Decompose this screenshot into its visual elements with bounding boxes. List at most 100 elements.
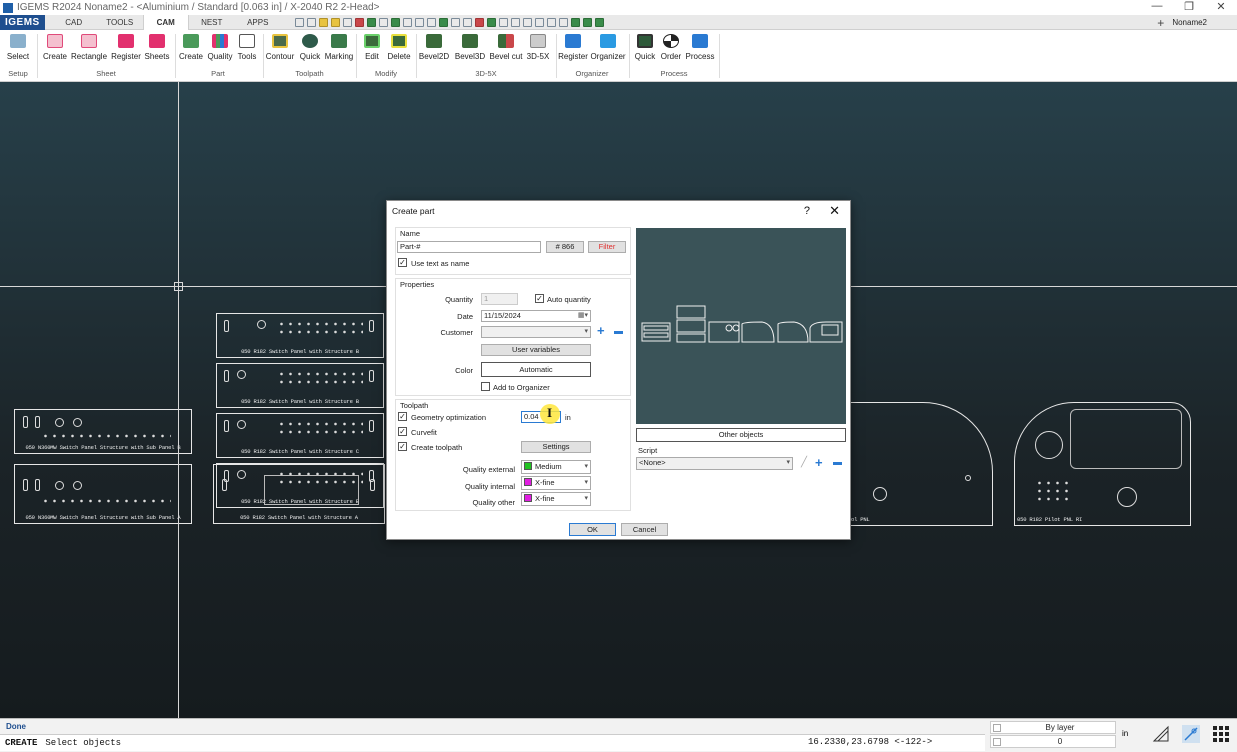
units-indicator[interactable]: in xyxy=(1122,729,1128,738)
part-outline[interactable]: 050 R182 Switch Panel with Structure B xyxy=(216,313,384,358)
part-outline[interactable]: 050 N360MW Switch Panel Structure with S… xyxy=(14,409,192,454)
snap-icon[interactable] xyxy=(390,17,400,27)
remove-script-icon[interactable] xyxy=(833,462,842,465)
layer-field[interactable]: By layer xyxy=(990,721,1116,734)
use-text-as-name-checkbox[interactable]: ✓ xyxy=(398,258,407,267)
chevron-down-icon: ▾ xyxy=(786,459,790,466)
add-customer-icon[interactable]: + xyxy=(597,324,605,337)
document-tab[interactable]: + Noname2 xyxy=(1157,15,1207,30)
edit-script-icon[interactable]: ╱ xyxy=(801,457,807,468)
monitor-icon[interactable] xyxy=(594,17,604,27)
tab-tools[interactable]: TOOLS xyxy=(97,15,143,30)
minimize-button[interactable]: — xyxy=(1141,0,1173,13)
grid-icon[interactable] xyxy=(378,17,388,27)
close-window-button[interactable]: ✕ xyxy=(1205,0,1237,13)
add-script-icon[interactable]: + xyxy=(815,456,823,469)
dialog-close-button[interactable]: ✕ xyxy=(829,201,840,221)
quantity-input[interactable]: 1 xyxy=(481,293,518,305)
tab-apps[interactable]: APPS xyxy=(235,15,281,30)
quality-external-select[interactable]: Medium ▾ xyxy=(521,460,591,474)
measure-icon[interactable] xyxy=(426,17,436,27)
calendar-icon[interactable]: ▦▾ xyxy=(578,311,588,321)
marking-button[interactable]: Marking xyxy=(321,34,357,61)
tab-nest[interactable]: NEST xyxy=(189,15,235,30)
rotate-icon[interactable] xyxy=(462,17,472,27)
ok-button[interactable]: OK xyxy=(569,523,616,536)
filter-button[interactable]: Filter xyxy=(588,241,626,253)
part-tools-button[interactable]: Tools xyxy=(229,34,265,61)
new-file-icon[interactable] xyxy=(318,17,328,27)
part-outline[interactable]: ol PNL xyxy=(848,402,993,526)
layer-number-field[interactable]: 0 xyxy=(990,735,1116,748)
geometry-optimization-checkbox[interactable]: ✓ xyxy=(398,412,407,421)
organizer-register-button[interactable]: Register xyxy=(555,34,591,61)
slot xyxy=(369,320,374,332)
cancel-button[interactable]: Cancel xyxy=(621,523,668,536)
process-button[interactable]: Process xyxy=(682,34,718,61)
3d-5x-button[interactable]: 3D-5X xyxy=(520,34,556,61)
organizer-button[interactable]: Organizer xyxy=(590,34,626,61)
palette-icon[interactable] xyxy=(558,17,568,27)
part-outline[interactable]: 050 R182 Switch Panel with Structure C xyxy=(216,413,384,458)
select-button[interactable]: Select xyxy=(0,34,36,61)
mark-icon[interactable] xyxy=(474,17,484,27)
part-outline[interactable]: 050 R182 Switch Panel with Structure B xyxy=(216,363,384,408)
customer-select[interactable]: ▾ xyxy=(481,326,591,338)
select-icon[interactable] xyxy=(450,17,460,27)
toolpath-icon[interactable] xyxy=(438,17,448,27)
create-toolpath-checkbox[interactable]: ✓ xyxy=(398,442,407,451)
part-counter-button[interactable]: # 866 xyxy=(546,241,584,253)
sheet-rectangle-button[interactable]: Rectangle xyxy=(71,34,107,61)
tab-cam[interactable]: CAM xyxy=(142,14,189,30)
sheets-icon xyxy=(149,34,165,48)
open-folder-icon[interactable] xyxy=(330,17,340,27)
undo-icon[interactable] xyxy=(294,17,304,27)
add-to-organizer-checkbox[interactable] xyxy=(481,382,490,391)
quality-other-select[interactable]: X-fine ▾ xyxy=(521,492,591,506)
sheet-create-button[interactable]: Create xyxy=(37,34,73,61)
cursor-icon[interactable] xyxy=(510,17,520,27)
grid-menu-icon[interactable] xyxy=(1212,725,1230,743)
hole xyxy=(55,481,64,490)
ortho-icon[interactable] xyxy=(1152,725,1170,743)
ellipse-icon[interactable] xyxy=(546,17,556,27)
redo-icon[interactable] xyxy=(306,17,316,27)
date-picker[interactable]: 11/15/2024 ▦▾ xyxy=(481,310,591,322)
user-variables-button[interactable]: User variables xyxy=(481,344,591,356)
table-icon[interactable] xyxy=(486,17,496,27)
copy-icon[interactable] xyxy=(498,17,508,27)
curvefit-checkbox[interactable]: ✓ xyxy=(398,427,407,436)
settings-icon[interactable] xyxy=(342,17,352,27)
bevel-cut-button[interactable]: Bevel cut xyxy=(488,34,524,61)
snap-icon[interactable] xyxy=(1182,725,1200,743)
window-icon[interactable] xyxy=(582,17,592,27)
other-objects-button[interactable]: Other objects xyxy=(636,428,846,442)
camera-icon[interactable] xyxy=(522,17,532,27)
add-document-icon[interactable]: + xyxy=(1157,16,1164,30)
color-button[interactable]: Automatic xyxy=(481,362,591,377)
help-button[interactable]: ? xyxy=(804,201,810,221)
part-outline[interactable]: 050 R182 Pilot PNL RI xyxy=(1014,402,1191,526)
layer-icon[interactable] xyxy=(366,17,376,27)
screen-icon[interactable] xyxy=(570,17,580,27)
pan-icon[interactable] xyxy=(414,17,424,27)
circle-icon[interactable] xyxy=(534,17,544,27)
delete-icon[interactable] xyxy=(354,17,364,27)
layer-selector[interactable]: By layer 0 xyxy=(990,721,1116,749)
tab-cad[interactable]: CAD xyxy=(51,15,97,30)
hole xyxy=(73,418,82,427)
quality-internal-select[interactable]: X-fine ▾ xyxy=(521,476,591,490)
sheets-button[interactable]: Sheets xyxy=(139,34,175,61)
remove-customer-icon[interactable] xyxy=(614,331,623,334)
script-select[interactable]: <None> ▾ xyxy=(636,457,793,470)
part-name-input[interactable]: Part-# xyxy=(397,241,541,253)
delete-button[interactable]: Delete xyxy=(381,34,417,61)
part-outline[interactable]: 050 N360MW Switch Panel Structure with S… xyxy=(14,464,192,524)
bevel3d-button[interactable]: Bevel3D xyxy=(452,34,488,61)
zoom-icon[interactable] xyxy=(402,17,412,27)
restore-button[interactable]: ❐ xyxy=(1173,0,1205,13)
auto-quantity-checkbox[interactable]: ✓ xyxy=(535,294,544,303)
toolpath-settings-button[interactable]: Settings xyxy=(521,441,591,453)
part-outline[interactable]: 050 R182 Switch Panel with Structure A xyxy=(213,464,385,524)
bevel2d-button[interactable]: Bevel2D xyxy=(416,34,452,61)
